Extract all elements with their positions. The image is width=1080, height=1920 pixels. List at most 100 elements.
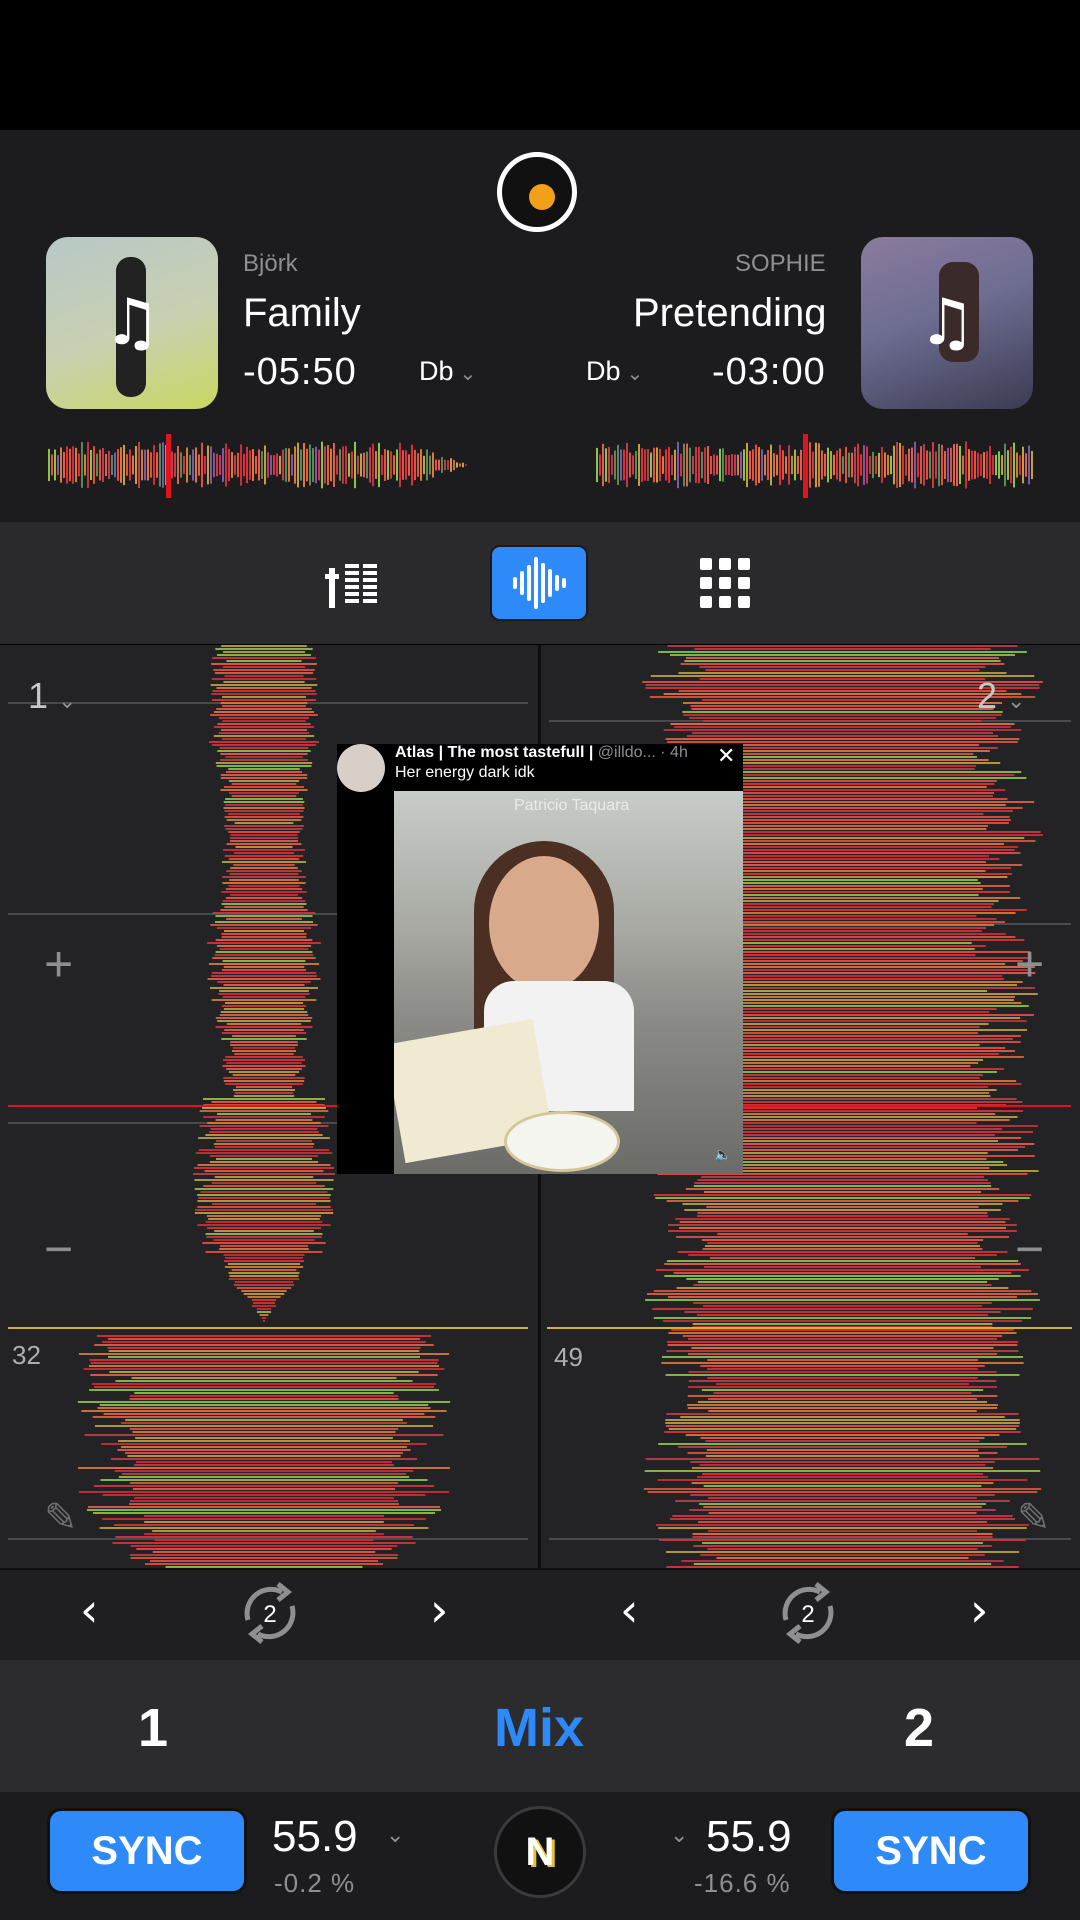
waveform-line xyxy=(78,1353,450,1355)
waveform-bar xyxy=(614,450,616,480)
waveform-bar xyxy=(462,462,464,468)
mixer-icon[interactable] xyxy=(325,558,381,610)
waveform-bar xyxy=(66,446,68,484)
beatjump-row xyxy=(0,1568,1080,1660)
waveform-line xyxy=(708,1122,977,1124)
waveform-bar xyxy=(797,455,799,475)
waveform-bar xyxy=(833,454,835,476)
key-label-b: Db xyxy=(586,356,621,386)
waveform-line xyxy=(668,1428,1017,1430)
waveform-line xyxy=(685,1434,1000,1436)
waveform-bar xyxy=(875,456,877,474)
waveform-line xyxy=(230,1041,298,1043)
waveform-line xyxy=(703,1506,982,1508)
waveform-line xyxy=(696,1215,989,1217)
waveform-bar xyxy=(114,452,116,478)
speaker-icon[interactable]: 🔈 xyxy=(714,1146,731,1163)
waveform-bar xyxy=(180,452,182,478)
album-art-b[interactable]: ♫ xyxy=(861,237,1033,409)
waveform-bar xyxy=(210,446,212,484)
waveform-bar xyxy=(198,454,200,476)
bpm-a[interactable]: 55.9 xyxy=(272,1812,358,1862)
waveform-line xyxy=(708,1398,977,1400)
overview-waveform-b[interactable] xyxy=(596,440,1034,490)
waveform-line xyxy=(661,1362,1024,1364)
chevron-down-icon[interactable]: ⌄ xyxy=(670,1822,688,1848)
chevron-left-icon[interactable]: ‹ xyxy=(80,1583,98,1637)
key-selector-b[interactable]: Db ⌄ xyxy=(586,356,643,387)
waveform-line xyxy=(193,1167,335,1169)
waveform-bar xyxy=(644,449,646,481)
waveform-line xyxy=(118,1440,410,1442)
zoom-out-a[interactable]: − xyxy=(44,1220,73,1278)
waveform-line xyxy=(687,1404,998,1406)
loop-icon[interactable]: 2 xyxy=(768,1578,848,1648)
waveform-line xyxy=(687,1395,998,1397)
sync-button-b[interactable]: SYNC xyxy=(831,1808,1031,1894)
key-selector-a[interactable]: Db ⌄ xyxy=(419,356,476,387)
pencil-icon[interactable]: ✎ xyxy=(44,1495,78,1541)
chevron-left-icon[interactable]: ‹ xyxy=(620,1583,638,1637)
waveform-line xyxy=(136,1461,392,1463)
deck-2-tab[interactable]: 2 xyxy=(904,1697,934,1759)
waveform-line xyxy=(224,675,304,677)
waveform-line xyxy=(645,1299,1040,1301)
waveform-line xyxy=(114,1470,414,1472)
record-button[interactable] xyxy=(497,152,577,232)
waveform-line xyxy=(713,1392,972,1394)
pads-grid-icon[interactable] xyxy=(700,558,750,608)
waveform-bar xyxy=(725,454,727,476)
waveform-line xyxy=(132,1431,396,1433)
post-video[interactable]: Patricio Taquara 🔈 xyxy=(394,791,743,1174)
picture-in-picture-overlay[interactable]: Atlas | The most tastefull | @illdo... ·… xyxy=(337,744,743,1174)
bpm-b[interactable]: 55.9 xyxy=(706,1812,792,1862)
waveform-line xyxy=(229,837,299,839)
chevron-right-icon[interactable]: › xyxy=(970,1583,988,1637)
close-icon[interactable]: ✕ xyxy=(717,744,735,769)
loop-icon[interactable]: 2 xyxy=(230,1578,310,1648)
mix-tab[interactable]: Mix xyxy=(494,1697,584,1759)
app-menu-button[interactable]: N xyxy=(494,1806,586,1898)
waveform-bar xyxy=(713,454,715,476)
waveform-line xyxy=(236,1287,292,1289)
waveform-line xyxy=(221,1005,307,1007)
waveform-line xyxy=(213,1143,315,1145)
album-art-a[interactable]: ♫ xyxy=(46,237,218,409)
deck-number-selector-b[interactable]: 2 ⌄ xyxy=(977,675,1025,717)
loop-count-a: 2 xyxy=(263,1601,276,1628)
waveform-line xyxy=(212,957,316,959)
sync-button-a[interactable]: SYNC xyxy=(47,1808,247,1894)
waveform-line xyxy=(229,873,299,875)
waveform-bar xyxy=(432,452,434,478)
waveform-view-button[interactable] xyxy=(490,545,588,621)
zoom-in-b[interactable]: + xyxy=(1015,935,1044,993)
waveform-bar xyxy=(276,453,278,477)
waveform-line xyxy=(234,822,294,824)
waveform-line xyxy=(107,1347,421,1349)
waveform-bar xyxy=(932,442,934,488)
waveform-bar xyxy=(944,451,946,479)
waveform-bar xyxy=(414,449,416,481)
waveform-line xyxy=(707,1530,978,1532)
deck-1-tab[interactable]: 1 xyxy=(138,1697,168,1759)
waveform-bar xyxy=(105,453,107,477)
waveform-bar xyxy=(656,447,658,483)
chevron-right-icon[interactable]: › xyxy=(430,1583,448,1637)
waveform-line xyxy=(152,1530,376,1532)
pencil-icon[interactable]: ✎ xyxy=(1017,1495,1051,1541)
waveform-line xyxy=(647,1293,1038,1295)
waveform-bar xyxy=(905,454,907,476)
waveform-line xyxy=(666,1200,1019,1202)
waveform-line xyxy=(701,813,984,815)
zoom-in-a[interactable]: + xyxy=(44,935,73,993)
waveform-line xyxy=(222,696,306,698)
overview-waveform-a[interactable] xyxy=(48,440,468,490)
waveform-line xyxy=(220,729,308,731)
zoom-out-b[interactable]: − xyxy=(1015,1220,1044,1278)
deck-number-selector-a[interactable]: 1 ⌄ xyxy=(28,675,76,717)
waveform-line xyxy=(127,1455,401,1457)
waveform-bar xyxy=(240,444,242,486)
chevron-down-icon[interactable]: ⌄ xyxy=(386,1822,404,1848)
waveform-line xyxy=(223,801,305,803)
waveform-line xyxy=(216,927,312,929)
